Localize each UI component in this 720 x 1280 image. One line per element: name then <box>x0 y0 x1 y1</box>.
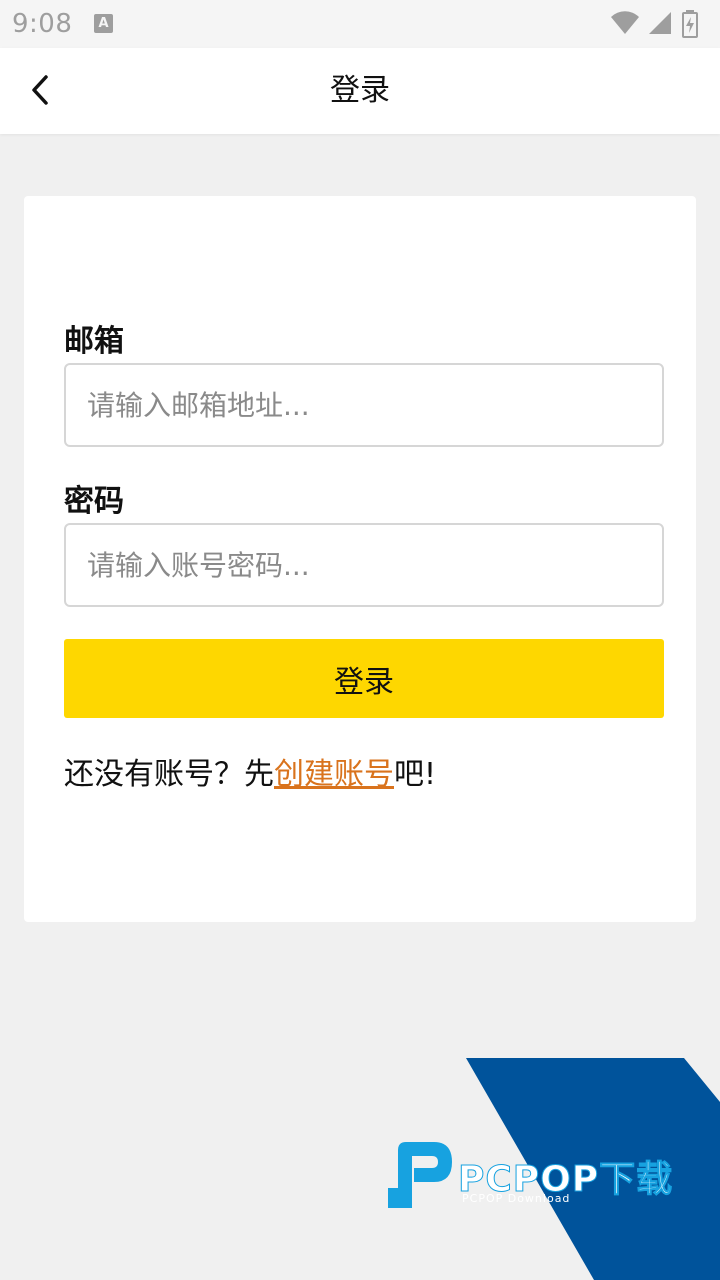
status-time: 9:08 <box>12 9 73 39</box>
create-account-link[interactable]: 创建账号 <box>274 757 394 792</box>
signup-prompt: 还没有账号？先创建账号吧! <box>64 749 436 793</box>
password-label: 密码 <box>64 484 124 519</box>
login-button[interactable]: 登录 <box>64 639 664 718</box>
password-field[interactable] <box>64 523 664 607</box>
watermark: PCPOP下载 PCPOP Download <box>380 1058 720 1280</box>
back-button[interactable] <box>20 68 60 112</box>
signup-suffix: 吧! <box>394 757 437 792</box>
chevron-left-icon <box>32 75 48 105</box>
signup-prefix: 还没有账号？先 <box>64 757 274 792</box>
email-label: 邮箱 <box>64 324 124 359</box>
battery-icon <box>682 10 698 38</box>
pcpop-logo-icon <box>388 1142 452 1208</box>
page-title: 登录 <box>330 73 390 108</box>
login-card: 邮箱 密码 登录 还没有账号？先创建账号吧! <box>24 196 696 922</box>
status-bar: 9:08 A <box>0 0 720 48</box>
wifi-icon <box>611 11 639 35</box>
signal-icon <box>649 12 671 34</box>
app-bar: 登录 <box>0 48 720 134</box>
email-field[interactable] <box>64 363 664 447</box>
watermark-subtitle: PCPOP Download <box>462 1192 571 1205</box>
a-icon: A <box>94 14 113 33</box>
